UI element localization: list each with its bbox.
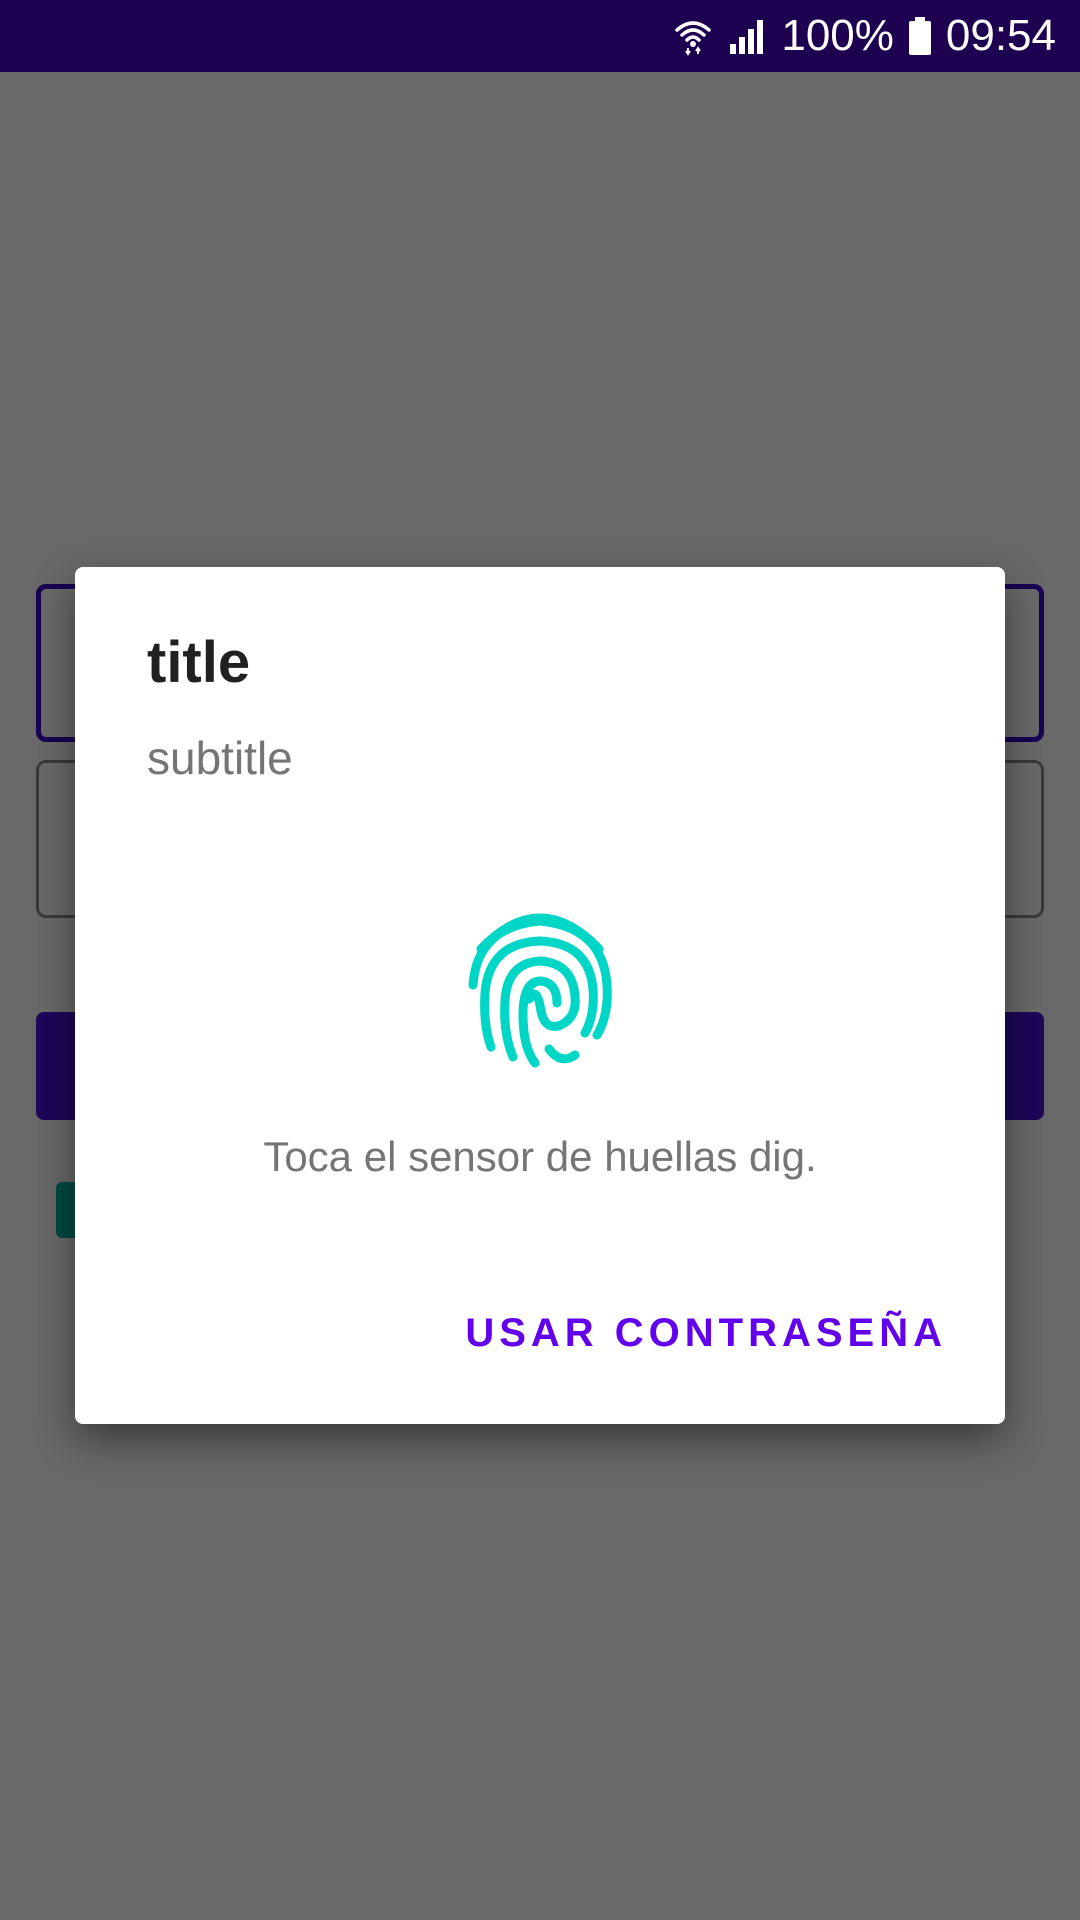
biometric-dialog: title subtitle Toca el sensor de huellas… [75, 567, 1005, 1424]
status-bar: 100% 09:54 [0, 0, 1080, 72]
status-time: 09:54 [945, 11, 1056, 60]
use-password-button[interactable]: USAR CONTRASEÑA [465, 1311, 947, 1356]
battery-icon [908, 16, 932, 56]
wifi-icon [673, 16, 713, 56]
signal-icon [727, 16, 767, 56]
battery-percentage: 100% [781, 11, 894, 60]
dialog-subtitle: subtitle [147, 732, 293, 784]
dialog-title: title [147, 630, 251, 695]
fingerprint-hint: Toca el sensor de huellas dig. [263, 1133, 817, 1180]
fingerprint-icon [465, 897, 615, 1069]
